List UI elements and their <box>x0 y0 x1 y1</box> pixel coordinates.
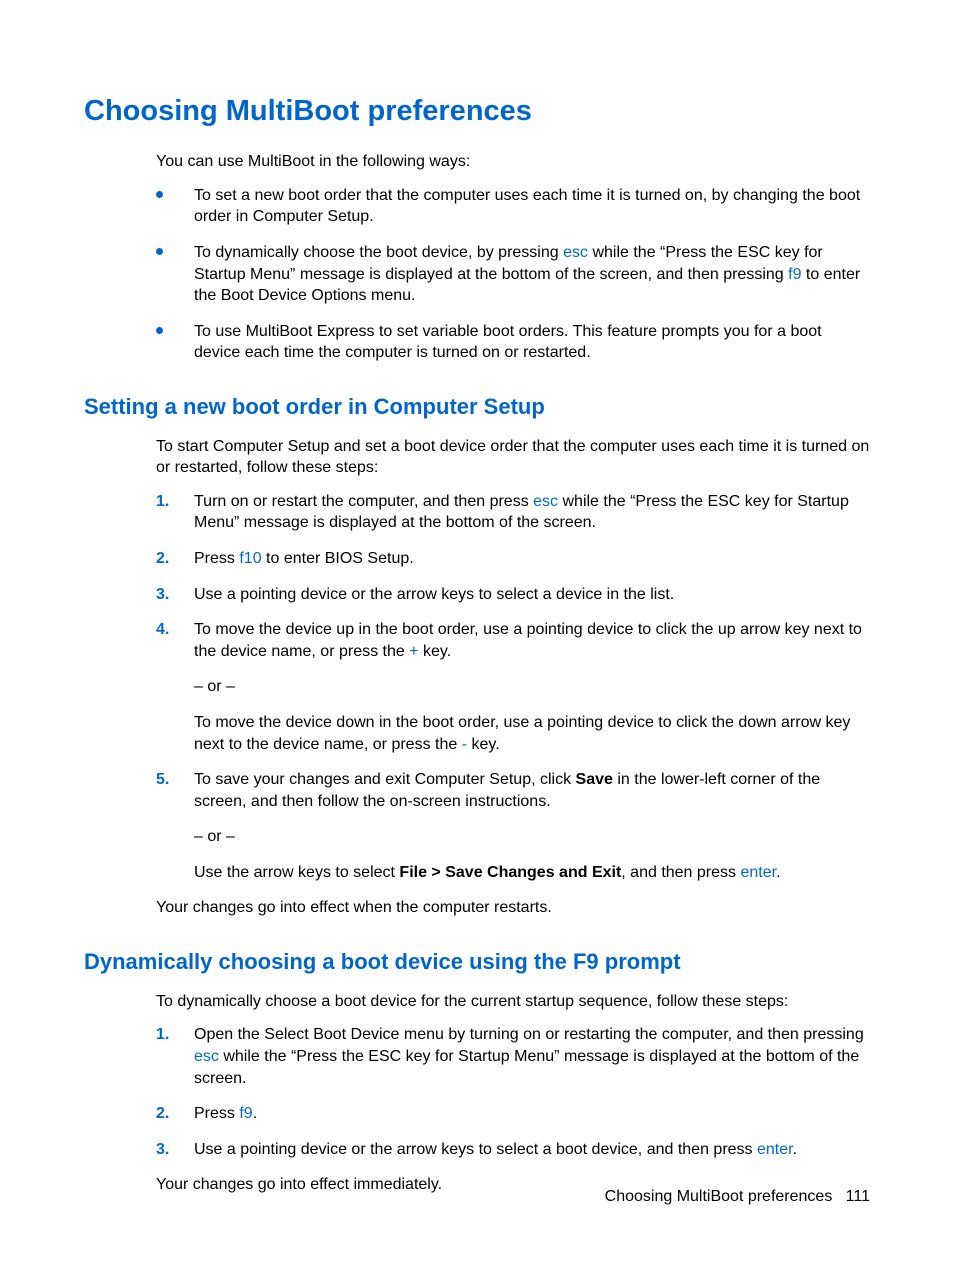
step-item: To save your changes and exit Computer S… <box>156 769 870 883</box>
or-separator: – or – <box>194 826 870 848</box>
text: To move the device down in the boot orde… <box>194 714 850 753</box>
step-item: Press f10 to enter BIOS Setup. <box>156 548 870 570</box>
section-heading: Setting a new boot order in Computer Set… <box>84 392 870 422</box>
text: To move the device up in the boot order,… <box>194 621 862 660</box>
step-item: Open the Select Boot Device menu by turn… <box>156 1024 870 1089</box>
key-esc: esc <box>563 244 588 261</box>
alt-text: To move the device down in the boot orde… <box>194 712 870 755</box>
section-intro: To dynamically choose a boot device for … <box>156 991 870 1013</box>
step-item: Press f9. <box>156 1103 870 1125</box>
bold-save: Save <box>576 771 613 788</box>
key-f9: f9 <box>788 266 801 283</box>
key-enter: enter <box>757 1141 793 1158</box>
menu-path: File > Save Changes and Exit <box>399 864 621 881</box>
text: . <box>776 864 780 881</box>
step-item: To move the device up in the boot order,… <box>156 619 870 755</box>
text: Press <box>194 550 239 567</box>
page-footer: Choosing MultiBoot preferences 111 <box>605 1186 870 1208</box>
bullet-item: To dynamically choose the boot device, b… <box>156 242 870 307</box>
text: To dynamically choose the boot device, b… <box>194 244 563 261</box>
text: , and then press <box>621 864 740 881</box>
text: Use the arrow keys to select <box>194 864 399 881</box>
alt-text: Use the arrow keys to select File > Save… <box>194 862 870 884</box>
bullet-item: To set a new boot order that the compute… <box>156 185 870 228</box>
footer-title: Choosing MultiBoot preferences <box>605 1188 833 1205</box>
text: To save your changes and exit Computer S… <box>194 771 576 788</box>
key-esc: esc <box>194 1048 219 1065</box>
section-intro: To start Computer Setup and set a boot d… <box>156 436 870 479</box>
text: Use a pointing device or the arrow keys … <box>194 1141 757 1158</box>
step-item: Use a pointing device or the arrow keys … <box>156 1139 870 1161</box>
text: key. <box>467 736 500 753</box>
page-number: 111 <box>846 1188 870 1205</box>
text: key. <box>419 643 452 660</box>
text: while the “Press the ESC key for Startup… <box>194 1048 859 1087</box>
key-enter: enter <box>740 864 776 881</box>
section-heading: Dynamically choosing a boot device using… <box>84 947 870 977</box>
key-f10: f10 <box>239 550 261 567</box>
text: to enter BIOS Setup. <box>262 550 414 567</box>
step-item: Use a pointing device or the arrow keys … <box>156 584 870 606</box>
text: . <box>793 1141 797 1158</box>
bullet-item: To use MultiBoot Express to set variable… <box>156 321 870 364</box>
text: . <box>253 1105 257 1122</box>
text: Open the Select Boot Device menu by turn… <box>194 1026 864 1043</box>
section-outro: Your changes go into effect when the com… <box>156 897 870 919</box>
text: Press <box>194 1105 239 1122</box>
intro-bullets: To set a new boot order that the compute… <box>156 185 870 364</box>
key-plus: + <box>409 643 418 660</box>
text: Turn on or restart the computer, and the… <box>194 493 533 510</box>
intro-text: You can use MultiBoot in the following w… <box>156 151 870 173</box>
step-item: Turn on or restart the computer, and the… <box>156 491 870 534</box>
page-title: Choosing MultiBoot preferences <box>84 92 870 131</box>
or-separator: – or – <box>194 676 870 698</box>
key-f9: f9 <box>239 1105 252 1122</box>
key-esc: esc <box>533 493 558 510</box>
steps-list: Open the Select Boot Device menu by turn… <box>156 1024 870 1160</box>
steps-list: Turn on or restart the computer, and the… <box>156 491 870 884</box>
